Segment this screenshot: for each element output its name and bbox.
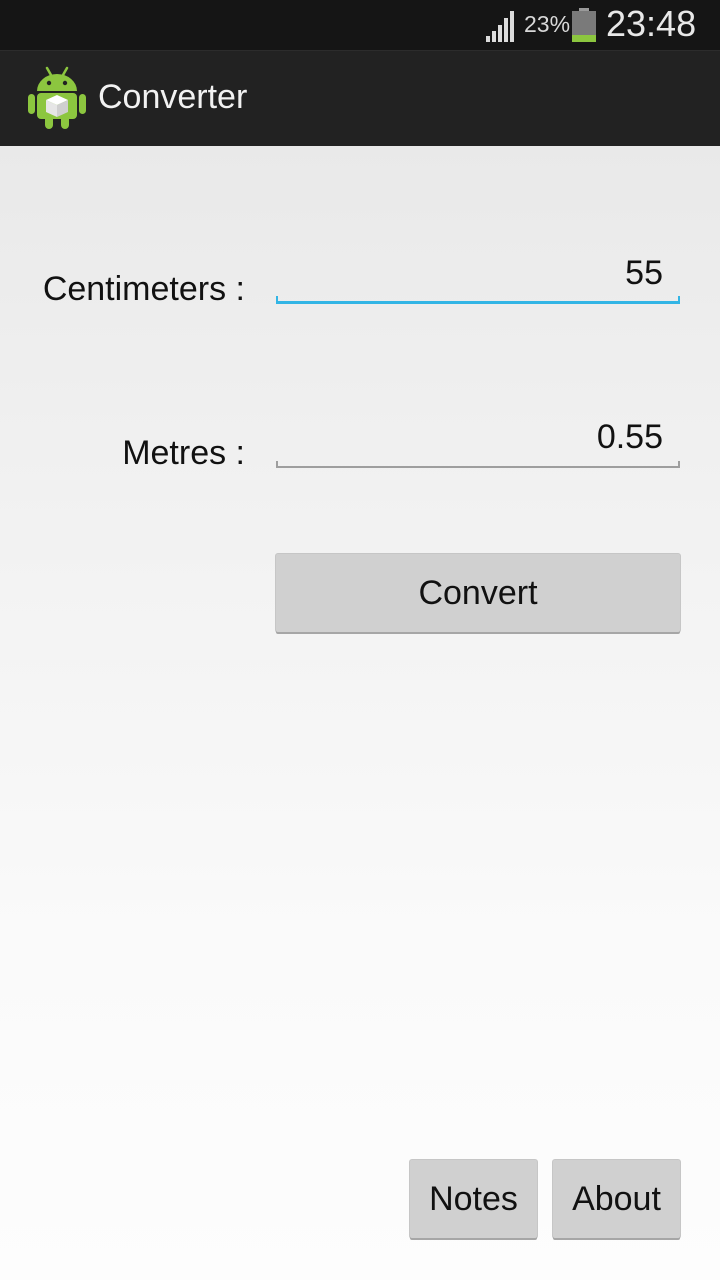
convert-button[interactable]: Convert (276, 554, 680, 632)
signal-strength-icon (486, 11, 514, 42)
metres-label: Metres : (122, 434, 245, 472)
action-bar: Converter (0, 50, 720, 146)
notes-button[interactable]: Notes (410, 1160, 537, 1238)
app-title: Converter (98, 78, 248, 116)
main-content: Centimeters : Metres : Convert Notes Abo… (0, 146, 720, 1280)
android-app-icon[interactable] (27, 65, 87, 131)
about-button[interactable]: About (553, 1160, 680, 1238)
status-clock: 23:48 (606, 3, 697, 44)
status-bar: 23% 23:48 (0, 0, 720, 50)
metres-input[interactable] (276, 412, 680, 462)
centimeters-input[interactable] (276, 248, 680, 298)
metres-underline (276, 460, 680, 468)
centimeters-label: Centimeters : (42, 270, 245, 308)
battery-icon (572, 8, 596, 42)
centimeters-underline (276, 296, 680, 304)
battery-percent: 23% (524, 11, 571, 37)
